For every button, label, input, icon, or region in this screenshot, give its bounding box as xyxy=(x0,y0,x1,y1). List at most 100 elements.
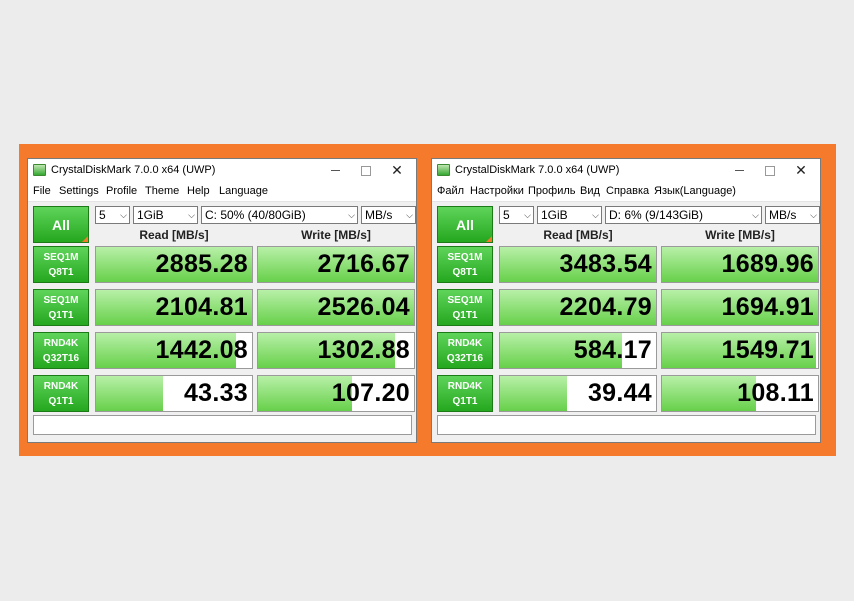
menu-theme[interactable]: Theme xyxy=(145,185,179,197)
size-select[interactable]: 1GiB ⌵ xyxy=(537,206,602,224)
unit-select[interactable]: MB/s ⌵ xyxy=(361,206,416,224)
count-value: 5 xyxy=(503,208,510,222)
test-params: Q8T1 xyxy=(452,267,478,278)
read-value: 2204.79 xyxy=(559,293,652,321)
test-name: SEQ1M xyxy=(43,295,79,306)
chevron-down-icon: ⌵ xyxy=(524,210,531,220)
comment-field[interactable] xyxy=(33,415,412,435)
size-value: 1GiB xyxy=(137,208,164,222)
minimize-icon[interactable] xyxy=(324,161,346,179)
read-value: 2104.81 xyxy=(155,293,248,321)
corner-marker xyxy=(486,236,492,242)
menu-profile[interactable]: Профиль xyxy=(528,185,576,197)
test-params: Q1T1 xyxy=(452,396,478,407)
read-result: 2204.79 xyxy=(499,289,657,326)
test-button-seq1m-q1t1[interactable]: SEQ1M Q1T1 xyxy=(437,289,493,326)
write-result: 108.11 xyxy=(661,375,819,412)
close-icon[interactable]: ✕ xyxy=(790,161,812,179)
write-result: 1689.96 xyxy=(661,246,819,283)
test-name: RND4K xyxy=(447,381,483,392)
test-button-rnd4k-q1t1[interactable]: RND4K Q1T1 xyxy=(437,375,493,412)
test-button-seq1m-q8t1[interactable]: SEQ1M Q8T1 xyxy=(437,246,493,283)
menu-bar: File Settings Profile Theme Help Languag… xyxy=(28,183,416,202)
drive-select[interactable]: D: 6% (9/143GiB) ⌵ xyxy=(605,206,762,224)
read-header: Read [MB/s] xyxy=(139,228,209,242)
write-value: 2526.04 xyxy=(317,293,410,321)
size-select[interactable]: 1GiB ⌵ xyxy=(133,206,198,224)
close-icon[interactable]: ✕ xyxy=(386,161,408,179)
cdm-window-1: CrystalDiskMark 7.0.0 x64 (UWP) ✕ File S… xyxy=(27,158,417,443)
menu-file[interactable]: File xyxy=(33,185,51,197)
unit-value: MB/s xyxy=(365,208,393,222)
test-button-rnd4k-q1t1[interactable]: RND4K Q1T1 xyxy=(33,375,89,412)
read-result: 584.17 xyxy=(499,332,657,369)
maximize-icon[interactable] xyxy=(355,161,377,179)
menu-view[interactable]: Вид xyxy=(580,185,600,197)
menu-bar: Файл Настройки Профиль Вид Справка Язык(… xyxy=(432,183,820,202)
test-params: Q8T1 xyxy=(48,267,74,278)
test-params: Q1T1 xyxy=(48,310,74,321)
menu-settings[interactable]: Настройки xyxy=(470,185,524,197)
read-result: 2104.81 xyxy=(95,289,253,326)
test-name: RND4K xyxy=(43,381,79,392)
test-button-seq1m-q8t1[interactable]: SEQ1M Q8T1 xyxy=(33,246,89,283)
drive-select[interactable]: C: 50% (40/80GiB) ⌵ xyxy=(201,206,358,224)
read-result: 1442.08 xyxy=(95,332,253,369)
write-value: 1302.88 xyxy=(317,336,410,364)
read-value: 2885.28 xyxy=(155,250,248,278)
read-value: 1442.08 xyxy=(155,336,248,364)
minimize-icon[interactable] xyxy=(728,161,750,179)
write-value: 107.20 xyxy=(331,379,410,407)
chevron-down-icon: ⌵ xyxy=(752,210,759,220)
all-button[interactable]: All xyxy=(437,206,493,243)
chevron-down-icon: ⌵ xyxy=(592,210,599,220)
write-value: 1694.91 xyxy=(721,293,814,321)
test-button-seq1m-q1t1[interactable]: SEQ1M Q1T1 xyxy=(33,289,89,326)
drive-value: C: 50% (40/80GiB) xyxy=(205,208,306,222)
size-value: 1GiB xyxy=(541,208,568,222)
all-button[interactable]: All xyxy=(33,206,89,243)
unit-select[interactable]: MB/s ⌵ xyxy=(765,206,820,224)
write-value: 1549.71 xyxy=(721,336,814,364)
test-name: SEQ1M xyxy=(447,252,483,263)
chevron-down-icon: ⌵ xyxy=(188,210,195,220)
menu-language[interactable]: Язык(Language) xyxy=(654,185,736,197)
menu-settings[interactable]: Settings xyxy=(59,185,99,197)
write-result: 2526.04 xyxy=(257,289,415,326)
test-params: Q32T16 xyxy=(446,353,484,364)
write-value: 108.11 xyxy=(737,379,814,407)
test-name: SEQ1M xyxy=(447,295,483,306)
read-value: 39.44 xyxy=(587,379,652,407)
read-result: 39.44 xyxy=(499,375,657,412)
chevron-down-icon: ⌵ xyxy=(348,210,355,220)
all-button-label: All xyxy=(52,216,70,233)
count-select[interactable]: 5 ⌵ xyxy=(499,206,534,224)
read-bar xyxy=(96,376,164,411)
read-value: 43.33 xyxy=(183,379,248,407)
test-name: RND4K xyxy=(43,338,79,349)
comment-field[interactable] xyxy=(437,415,816,435)
write-value: 1689.96 xyxy=(721,250,814,278)
maximize-icon[interactable] xyxy=(759,161,781,179)
test-name: SEQ1M xyxy=(43,252,79,263)
window-title: CrystalDiskMark 7.0.0 x64 (UWP) xyxy=(51,164,216,176)
test-button-rnd4k-q32t16[interactable]: RND4K Q32T16 xyxy=(437,332,493,369)
menu-file[interactable]: Файл xyxy=(437,185,464,197)
test-params: Q1T1 xyxy=(48,396,74,407)
write-result: 107.20 xyxy=(257,375,415,412)
all-button-label: All xyxy=(456,216,474,233)
menu-language[interactable]: Language xyxy=(219,185,268,197)
write-header: Write [MB/s] xyxy=(301,228,371,242)
drive-value: D: 6% (9/143GiB) xyxy=(609,208,704,222)
unit-value: MB/s xyxy=(769,208,797,222)
menu-profile[interactable]: Profile xyxy=(106,185,137,197)
count-select[interactable]: 5 ⌵ xyxy=(95,206,130,224)
main-panel: All 5 ⌵ 1GiB ⌵ D: 6% (9/143GiB) ⌵ MB/s ⌵ Rea… xyxy=(432,202,820,443)
title-bar: CrystalDiskMark 7.0.0 x64 (UWP) ✕ xyxy=(432,159,820,183)
app-icon xyxy=(437,164,450,176)
chevron-down-icon: ⌵ xyxy=(406,210,413,220)
write-header: Write [MB/s] xyxy=(705,228,775,242)
menu-help[interactable]: Help xyxy=(187,185,210,197)
test-button-rnd4k-q32t16[interactable]: RND4K Q32T16 xyxy=(33,332,89,369)
menu-help[interactable]: Справка xyxy=(606,185,649,197)
